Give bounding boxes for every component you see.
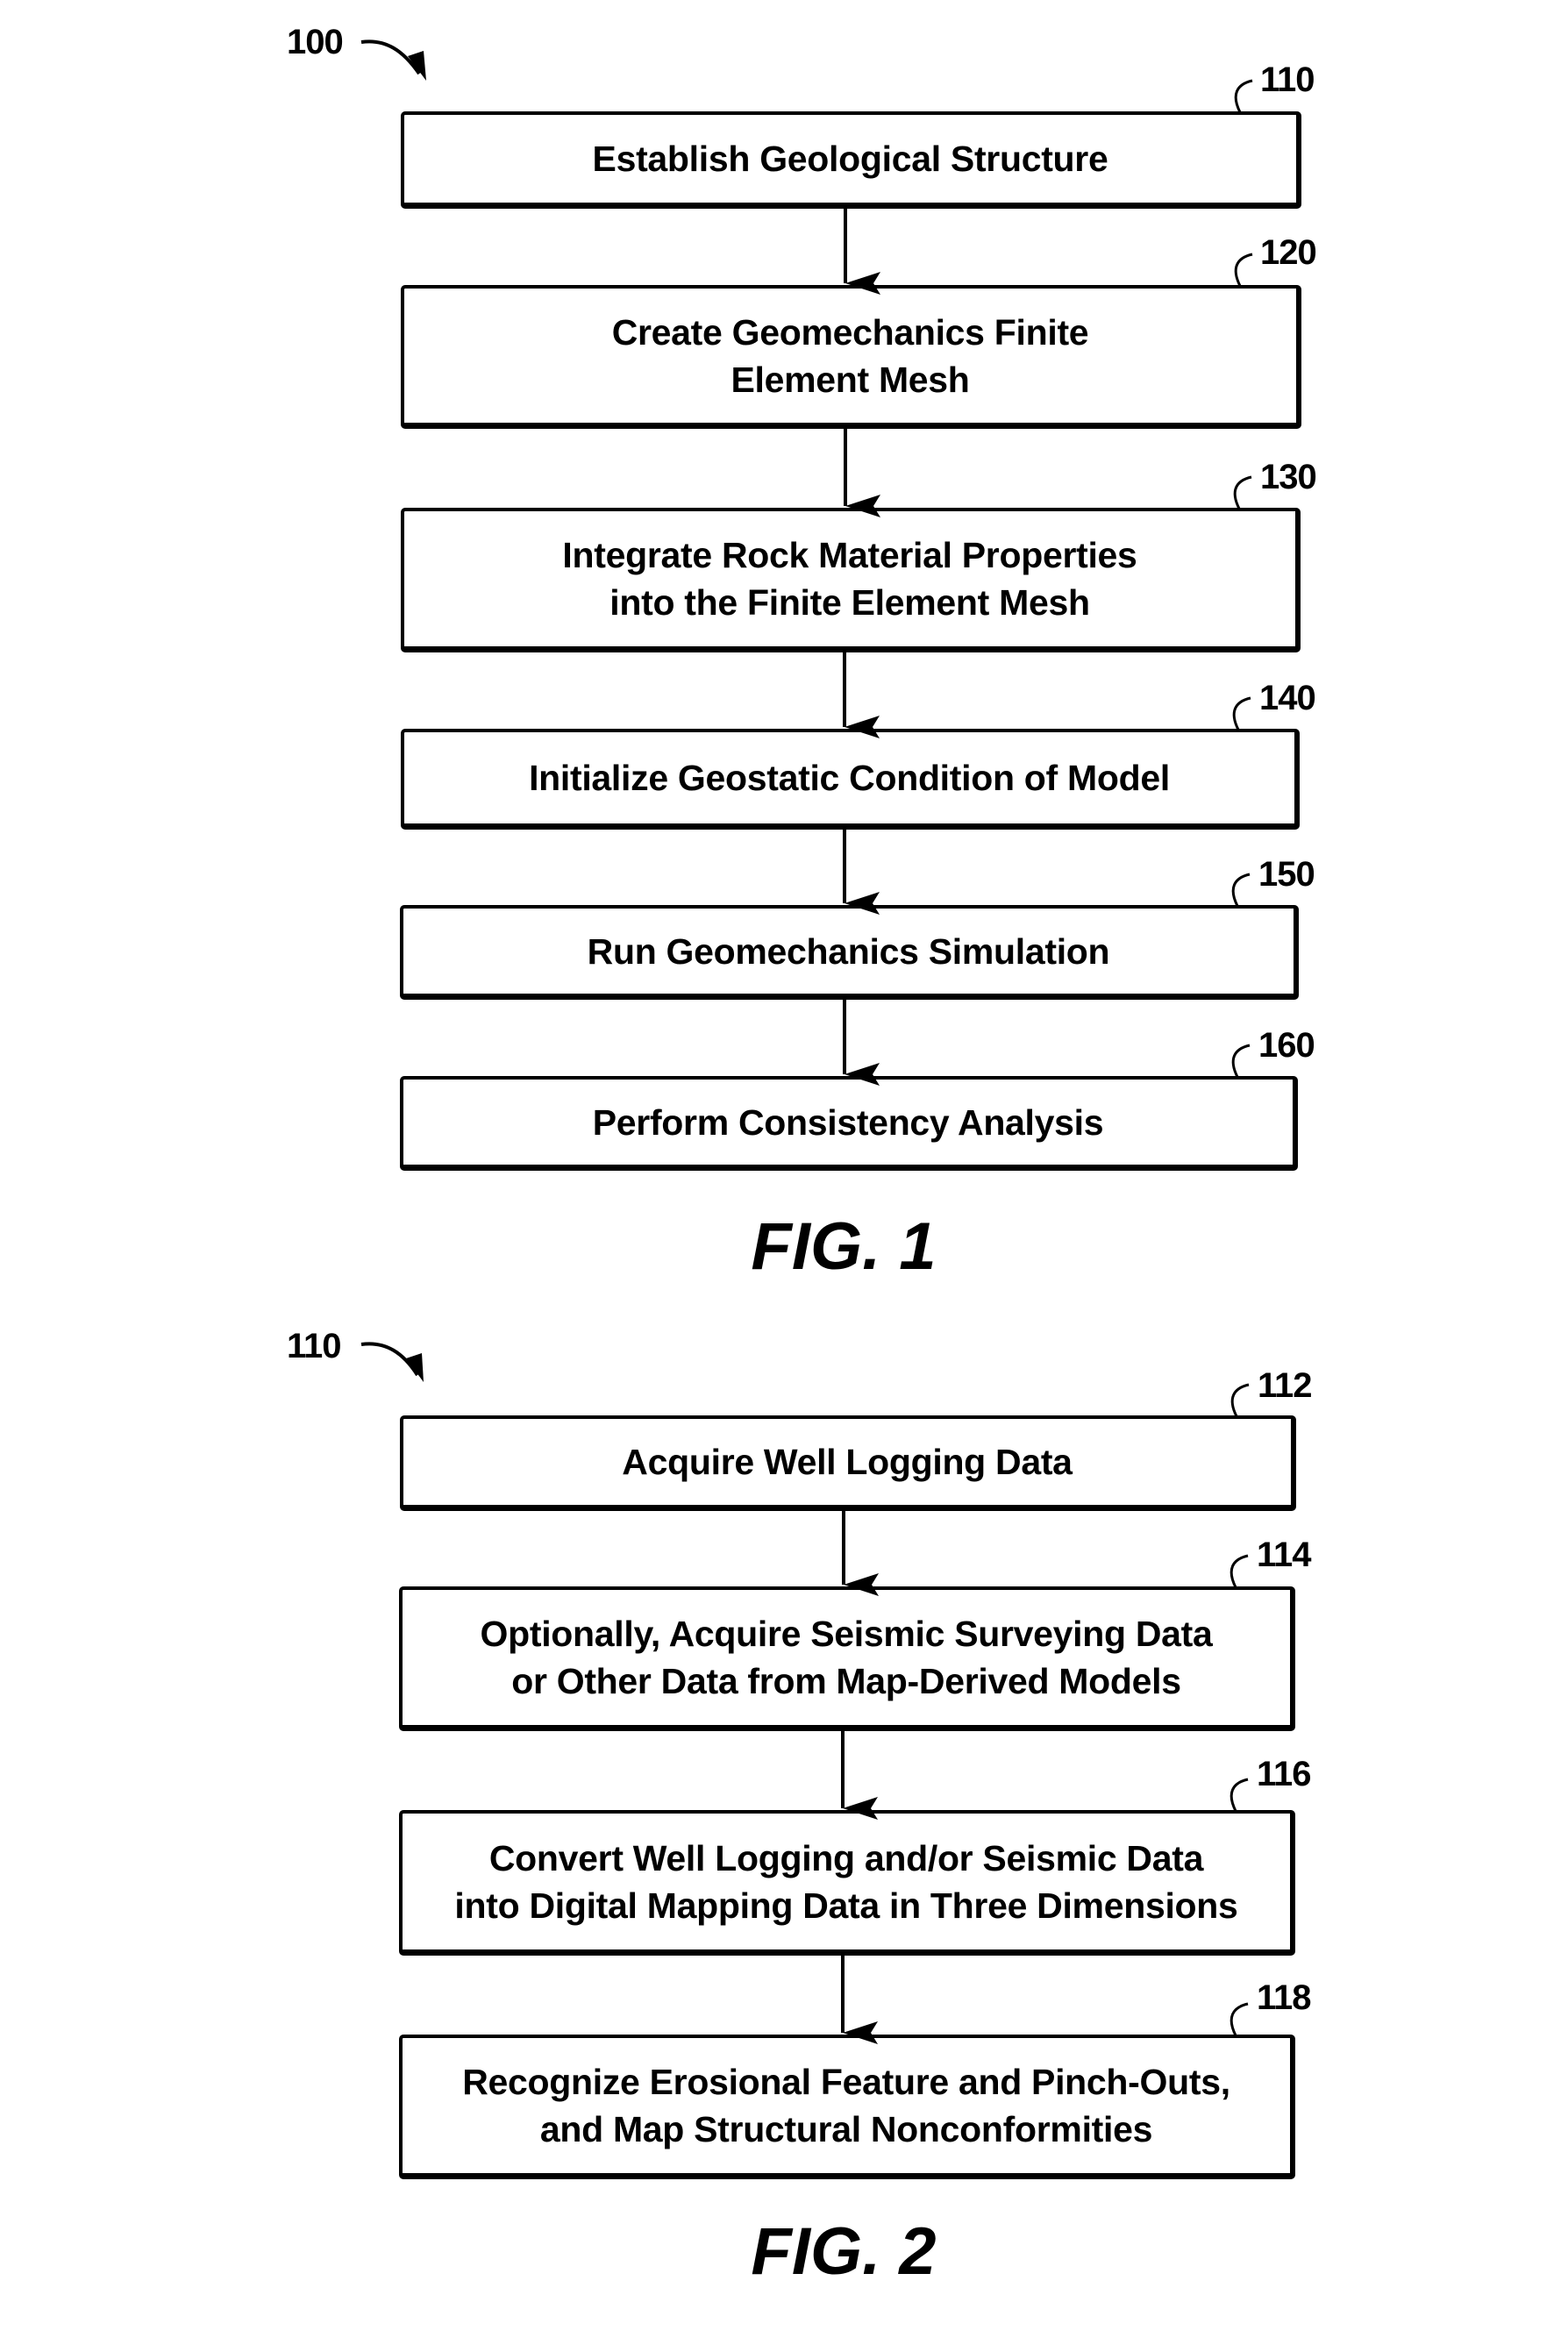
flow-step-130: Integrate Rock Material Properties into … bbox=[401, 508, 1301, 652]
flow-step-116: Convert Well Logging and/or Seismic Data… bbox=[399, 1810, 1295, 1956]
step-text-line: Integrate Rock Material Properties bbox=[562, 535, 1137, 575]
step-text-line: or Other Data from Map-Derived Models bbox=[511, 1661, 1181, 1701]
leader-hook-icon bbox=[1229, 1554, 1249, 1588]
step-text-line: Perform Consistency Analysis bbox=[592, 1101, 1104, 1143]
step-ref-160: 160 bbox=[1258, 1026, 1315, 1065]
curved-arrow-icon bbox=[360, 1342, 424, 1382]
figure-1-reference-label: 100 bbox=[287, 23, 344, 61]
figure-2-reference-label: 110 bbox=[287, 1327, 342, 1365]
leader-hook-icon bbox=[1233, 475, 1252, 510]
step-ref-130: 130 bbox=[1260, 458, 1317, 496]
flow-step-120: Create Geomechanics Finite Element Mesh bbox=[401, 285, 1301, 429]
flow-step-112: Acquire Well Logging Data bbox=[400, 1415, 1296, 1511]
figure-2-caption: FIG. 2 bbox=[751, 2214, 937, 2289]
leader-hook-icon bbox=[1231, 873, 1251, 907]
step-ref-112: 112 bbox=[1258, 1366, 1313, 1405]
step-text-line: into Digital Mapping Data in Three Dimen… bbox=[454, 1885, 1238, 1926]
step-text-line: Establish Geological Structure bbox=[592, 139, 1108, 179]
leader-hook-icon bbox=[1229, 1778, 1249, 1812]
step-ref-110: 110 bbox=[1260, 61, 1315, 99]
step-ref-116: 116 bbox=[1257, 1755, 1312, 1793]
leader-hook-icon bbox=[1230, 1383, 1250, 1417]
step-text-line: into the Finite Element Mesh bbox=[609, 582, 1090, 623]
leader-hook-icon bbox=[1232, 696, 1251, 731]
step-text-line: Initialize Geostatic Condition of Model bbox=[529, 758, 1170, 798]
step-text-line: Optionally, Acquire Seismic Surveying Da… bbox=[480, 1614, 1213, 1654]
step-text-line: and Map Structural Nonconformities bbox=[539, 2109, 1153, 2149]
patent-drawing-sheet: 100 Establish Geological Structure 110 C… bbox=[0, 0, 1568, 2352]
leader-hook-icon bbox=[1231, 1044, 1251, 1078]
curved-arrow-icon bbox=[360, 39, 426, 81]
flow-step-150: Run Geomechanics Simulation bbox=[400, 905, 1299, 1000]
step-ref-140: 140 bbox=[1259, 679, 1316, 717]
flow-step-114: Optionally, Acquire Seismic Surveying Da… bbox=[399, 1586, 1295, 1731]
step-ref-150: 150 bbox=[1258, 855, 1315, 894]
step-text-line: Convert Well Logging and/or Seismic Data bbox=[488, 1837, 1204, 1878]
flow-step-140: Initialize Geostatic Condition of Model bbox=[401, 729, 1300, 830]
leader-hook-icon bbox=[1229, 2002, 1249, 2036]
leader-hook-icon bbox=[1234, 79, 1253, 113]
step-text-line: Element Mesh bbox=[731, 359, 970, 400]
flow-step-160: Perform Consistency Analysis bbox=[400, 1076, 1298, 1171]
step-text-line: Create Geomechanics Finite bbox=[611, 311, 1089, 353]
step-ref-118: 118 bbox=[1257, 1978, 1312, 2017]
flow-step-118: Recognize Erosional Feature and Pinch-Ou… bbox=[399, 2035, 1295, 2179]
step-text-line: Acquire Well Logging Data bbox=[622, 1442, 1073, 1482]
step-text-line: Recognize Erosional Feature and Pinch-Ou… bbox=[462, 2062, 1230, 2102]
step-ref-114: 114 bbox=[1257, 1536, 1312, 1574]
figure-1-caption: FIG. 1 bbox=[751, 1209, 937, 1284]
flow-step-110: Establish Geological Structure bbox=[401, 111, 1301, 209]
step-text-line: Run Geomechanics Simulation bbox=[587, 930, 1110, 972]
leader-hook-icon bbox=[1234, 253, 1253, 287]
step-ref-120: 120 bbox=[1260, 233, 1317, 272]
